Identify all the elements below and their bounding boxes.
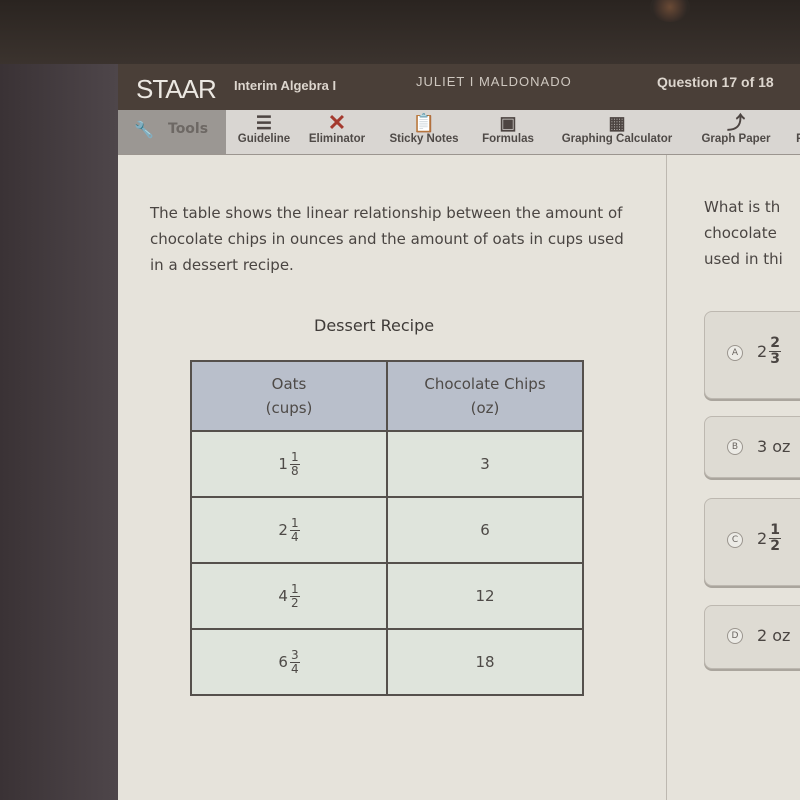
choice-value-a: 223 [757,335,781,367]
test-screen: STAAR Interim Algebra I JULIET I MALDONA… [118,64,800,800]
table-row: 214 6 [190,496,584,564]
sticky-note-icon: 📋 [412,113,436,133]
choice-value-d: 2 oz [757,626,791,645]
guideline-button[interactable]: ☰ Guideline [232,110,296,154]
eliminator-label: Eliminator [308,133,366,145]
sticky-notes-button[interactable]: 📋 Sticky Notes [384,110,464,154]
chips-cell: 18 [386,628,584,696]
toolbar: 🔧 Tools ☰ Guideline ✕ Eliminator 📋 Stick… [118,110,800,155]
chips-cell: 12 [386,562,584,630]
formulas-label: Formulas [482,133,534,145]
chips-column-header: Chocolate Chips (oz) [386,360,584,432]
question-counter: Question 17 of 18 [657,74,774,90]
guideline-icon: ☰ [255,113,273,133]
staar-logo: STAAR [136,74,217,104]
formulas-button[interactable]: ▣ Formulas [478,110,538,154]
eliminator-button[interactable]: ✕ Eliminator [304,110,370,154]
table-row: 634 18 [190,628,584,696]
answer-choice-c[interactable]: C 212 [704,498,800,586]
answer-choice-a[interactable]: A 223 [704,311,800,399]
prompt-line: used in thi [704,250,783,268]
cut-off-icon [790,112,800,134]
question-prompt: What is th chocolate used in thi [704,194,800,272]
oats-cell: 118 [190,430,388,498]
monitor-bezel-left [0,64,118,800]
oats-cell: 412 [190,562,388,630]
calculator-icon: ▦ [608,113,626,133]
student-name: JULIET I MALDONADO [416,74,572,89]
answer-choice-b[interactable]: B 3 oz [704,416,800,478]
choice-letter-d: D [727,628,743,644]
table-header-row: Oats (cups) Chocolate Chips (oz) [190,360,584,432]
graph-paper-button[interactable]: ⤴ Graph Paper [696,110,776,154]
dessert-recipe-table: Oats (cups) Chocolate Chips (oz) 118 3 214… [190,360,584,696]
guideline-label: Guideline [237,133,291,145]
table-row: 118 3 [190,430,584,498]
answer-choice-d[interactable]: D 2 oz [704,605,800,669]
course-title: Interim Algebra I [234,78,337,93]
graph-line-icon: ⤴ [727,113,745,133]
graph-paper-label: Graph Paper [701,133,771,145]
oats-cell: 214 [190,496,388,564]
table-row: 412 12 [190,562,584,630]
pane-divider[interactable] [666,155,667,800]
tools-label: Tools [168,121,209,137]
chips-cell: 3 [386,430,584,498]
choice-letter-c: C [727,532,743,548]
toolbar-item-cut-off[interactable]: P [790,110,800,154]
sticky-notes-label: Sticky Notes [389,133,459,145]
tools-button[interactable]: 🔧 Tools [118,110,226,154]
header-bar: STAAR Interim Algebra I JULIET I MALDONA… [118,64,800,110]
choice-letter-a: A [727,345,743,361]
table-title: Dessert Recipe [314,316,435,335]
oats-cell: 634 [190,628,388,696]
choice-value-b: 3 oz [757,437,791,456]
prompt-line: chocolate [704,224,777,242]
eliminator-x-icon: ✕ [327,110,347,135]
prompt-line: What is th [704,198,781,216]
choice-letter-b: B [727,439,743,455]
wrench-icon: 🔧 [134,120,154,139]
graphing-calculator-button[interactable]: ▦ Graphing Calculator [554,110,680,154]
question-stem: The table shows the linear relationship … [150,204,624,274]
cut-off-label: P [796,133,800,145]
graphing-calculator-label: Graphing Calculator [561,133,673,145]
formulas-icon: ▣ [499,113,517,133]
chips-cell: 6 [386,496,584,564]
choice-value-c: 212 [757,522,781,554]
oats-column-header: Oats (cups) [190,360,388,432]
